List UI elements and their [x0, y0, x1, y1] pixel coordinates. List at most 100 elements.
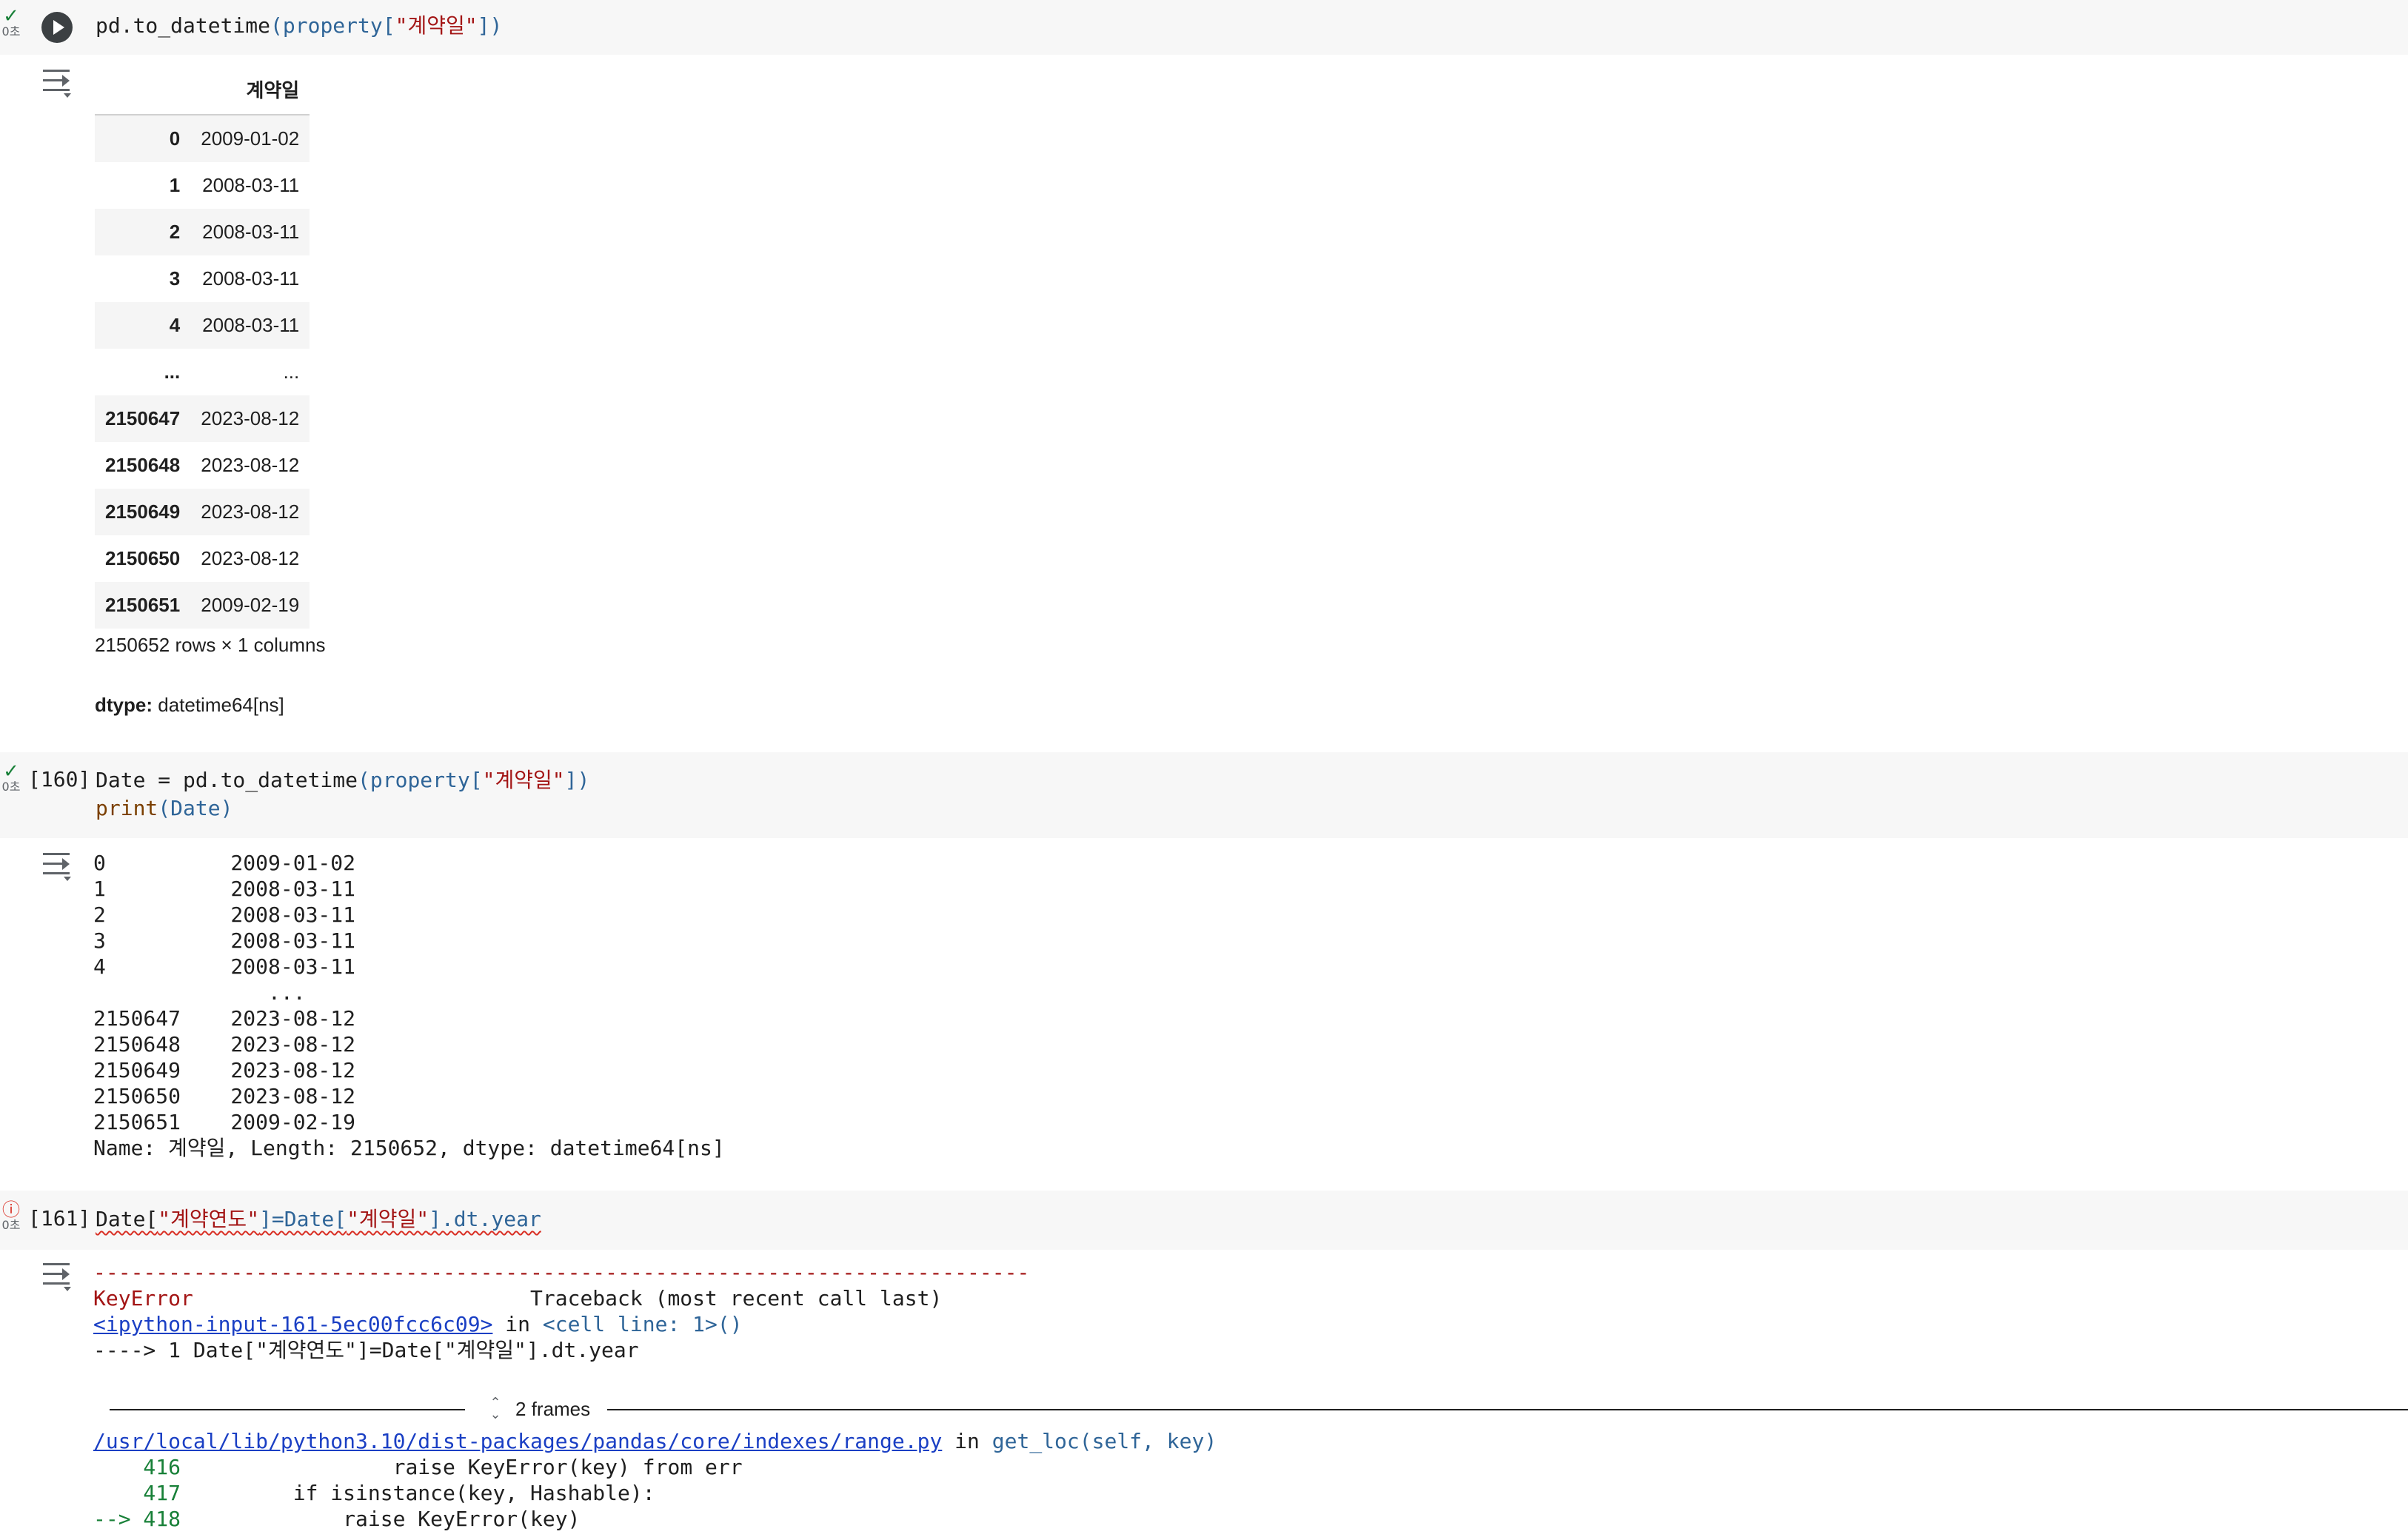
line-code: if isinstance(key, Hashable): — [181, 1481, 655, 1505]
expand-collapse-icon: ⌃ ⌄ — [489, 1395, 501, 1422]
output-line: Name: 계약일, Length: 2150652, dtype: datet… — [93, 1136, 725, 1160]
output-line: 2150648 2023-08-12 — [93, 1032, 356, 1057]
row-index: 2150648 — [105, 454, 181, 476]
output-actions-icon[interactable] — [43, 1260, 73, 1291]
line-code: raise KeyError(key) — [181, 1507, 581, 1531]
traceback-in: in — [942, 1429, 992, 1453]
cell-2-status: ✓ 0초 — [1, 760, 21, 794]
traceback-header: ----------------------------------------… — [93, 1259, 1029, 1363]
cell-3-status: ⓘ 0초 — [1, 1201, 21, 1232]
traceback-location-line: <ipython-input-161-5ec00fcc6c09> in <cel… — [93, 1311, 1029, 1337]
code-token: ].dt.year — [429, 1207, 541, 1231]
row-value: 2023-08-12 — [201, 547, 300, 569]
cell-3-exec-time: 0초 — [1, 1218, 21, 1232]
row-index: 2150647 — [105, 407, 181, 429]
row-index: 1 — [169, 174, 181, 196]
dataframe-shape: 2150652 rows × 1 columns — [95, 634, 326, 656]
code-token: ] — [477, 13, 490, 38]
output-actions-icon[interactable] — [43, 850, 73, 881]
output-line: ... — [93, 980, 306, 1005]
traceback-title: Traceback (most recent call last) — [193, 1286, 943, 1310]
row-value: ... — [283, 361, 300, 383]
output-actions-icon[interactable] — [43, 67, 73, 98]
line-code: raise KeyError(key) from err — [181, 1455, 743, 1479]
code-token: ]) — [564, 768, 590, 792]
row-value: 2023-08-12 — [201, 407, 300, 429]
line-number: --> 418 — [93, 1507, 181, 1531]
cell-2-code[interactable]: Date = pd.to_datetime(property["계약일"]) p… — [96, 766, 589, 823]
code-token: Date[ — [96, 1207, 158, 1231]
output-line: 2150650 2023-08-12 — [93, 1084, 356, 1108]
code-token: ( — [270, 13, 283, 38]
code-token: pd.to_datetime — [96, 13, 271, 38]
table-index-header — [95, 64, 191, 116]
output-line: 2 2008-03-11 — [93, 903, 356, 927]
cell-line-ref: <cell line: 1>() — [542, 1312, 743, 1336]
row-value: 2008-03-11 — [202, 174, 300, 196]
cell-3-exec-count: [161] — [28, 1206, 91, 1231]
cell-3-code[interactable]: Date["계약연도"]=Date["계약일"].dt.year — [96, 1205, 541, 1233]
dataframe-table: 계약일 0 2009-01-02 1 2008-03-11 2 2008-03-11 … — [95, 64, 310, 629]
table-column-header: 계약일 — [190, 64, 310, 116]
traceback-file-line: /usr/local/lib/python3.10/dist-packages/… — [93, 1428, 1217, 1454]
table-row: 2 2008-03-11 — [95, 209, 310, 255]
frames-rule-right — [607, 1409, 2408, 1410]
source-file-link[interactable]: /usr/local/lib/python3.10/dist-packages/… — [93, 1429, 942, 1453]
traceback-in: in — [492, 1312, 543, 1336]
code-token: "계약연도" — [158, 1207, 260, 1231]
table-row: 1 2008-03-11 — [95, 162, 310, 209]
table-row: ...... — [95, 349, 310, 395]
cell-2-exec-time: 0초 — [1, 780, 21, 794]
row-index: 2150650 — [105, 547, 181, 569]
code-token: [ — [382, 13, 395, 38]
output-line: 0 2009-01-02 — [93, 851, 356, 875]
source-line: 416 raise KeyError(key) from err — [93, 1454, 1217, 1480]
dtype-value: datetime64[ns] — [158, 694, 284, 716]
row-index: 3 — [169, 267, 181, 289]
row-value: 2009-01-02 — [201, 127, 300, 150]
row-index: 2150651 — [105, 594, 181, 616]
row-value: 2023-08-12 — [201, 500, 300, 523]
cell-1-code[interactable]: pd.to_datetime(property["계약일"]) — [96, 12, 502, 40]
row-value: 2008-03-11 — [202, 267, 300, 289]
output-line: 4 2008-03-11 — [93, 954, 356, 979]
traceback-separator: ----------------------------------------… — [93, 1260, 1030, 1285]
row-value: 2009-02-19 — [201, 594, 300, 616]
code-token: print — [96, 796, 158, 820]
traceback-frames: /usr/local/lib/python3.10/dist-packages/… — [93, 1428, 1217, 1532]
code-token: (Date) — [158, 796, 233, 820]
output-line: 2150647 2023-08-12 — [93, 1006, 356, 1031]
table-row: 3 2008-03-11 — [95, 255, 310, 302]
table-row: 2150650 2023-08-12 — [95, 535, 310, 582]
row-index: 4 — [169, 314, 181, 336]
row-index: 2150649 — [105, 500, 181, 523]
table-row: 2150648 2023-08-12 — [95, 442, 310, 489]
row-index: 2 — [169, 221, 181, 243]
output-line: 2150651 2009-02-19 — [93, 1110, 356, 1134]
dtype-line: dtype: datetime64[ns] — [95, 694, 284, 717]
run-cell-button[interactable] — [41, 12, 73, 43]
code-token: "계약일" — [395, 13, 478, 38]
collapsed-frames-toggle[interactable]: ⌃ ⌄ 2 frames — [110, 1396, 2408, 1422]
success-check-icon: ✓ — [3, 5, 19, 27]
traceback-arrow-line: ----> 1 Date["계약연도"]=Date["계약일"].dt.year — [93, 1338, 639, 1362]
success-check-icon: ✓ — [3, 760, 19, 783]
output-line: 2150649 2023-08-12 — [93, 1058, 356, 1082]
table-row: 0 2009-01-02 — [95, 115, 310, 162]
cell-1-exec-time: 0초 — [1, 24, 21, 38]
table-row: 2150651 2009-02-19 — [95, 582, 310, 629]
print-output: 0 2009-01-02 1 2008-03-11 2 2008-03-11 3 20… — [93, 850, 725, 1161]
traceback-title-line: KeyError Traceback (most recent call las… — [93, 1285, 1029, 1311]
source-line: --> 418 raise KeyError(key) — [93, 1506, 1217, 1532]
line-number: 416 — [93, 1455, 181, 1479]
frames-label: 2 frames — [515, 1398, 591, 1420]
function-ref: get_loc(self, key) — [991, 1429, 1217, 1453]
output-line: 1 2008-03-11 — [93, 877, 356, 901]
table-row: 4 2008-03-11 — [95, 302, 310, 349]
frames-rule-left — [110, 1409, 465, 1410]
ipython-input-link[interactable]: <ipython-input-161-5ec00fcc6c09> — [93, 1312, 492, 1336]
code-token: "계약일" — [347, 1207, 429, 1231]
line-number: 417 — [93, 1481, 181, 1505]
code-token: "계약일" — [482, 768, 565, 792]
cell-2-exec-count: [160] — [28, 767, 91, 791]
